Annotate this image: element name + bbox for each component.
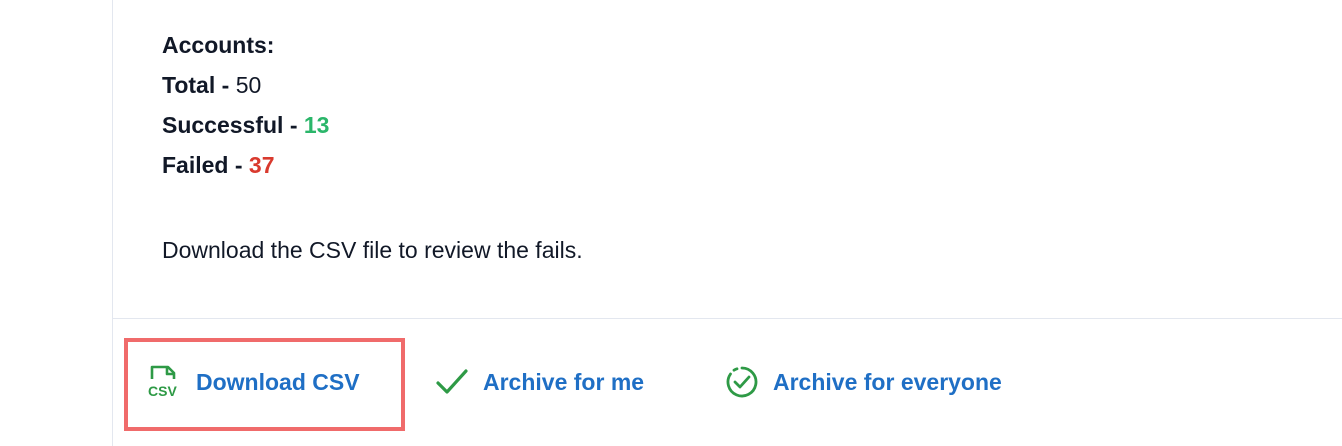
failed-value: 37 (248, 152, 275, 178)
failed-label: Failed - (162, 152, 243, 178)
message-card: Accounts: Total - 50 Successful - 13 Fai… (0, 0, 1342, 446)
archive-for-everyone-label: Archive for everyone (773, 368, 1002, 395)
summary-heading: Accounts: (162, 32, 275, 58)
download-csv-label: Download CSV (196, 368, 360, 395)
message-body: Accounts: Total - 50 Successful - 13 Fai… (113, 0, 1342, 318)
check-circle-dashed-icon (723, 363, 761, 401)
check-icon (433, 363, 471, 401)
archive-for-me-label: Archive for me (483, 368, 645, 395)
total-label: Total - (162, 72, 230, 98)
summary-failed: Failed - 37 (162, 145, 329, 185)
svg-text:CSV: CSV (148, 383, 177, 399)
total-value: 50 (235, 72, 262, 98)
csv-file-icon: CSV (146, 363, 184, 401)
download-csv-button[interactable]: CSV Download CSV (146, 338, 360, 426)
summary-successful: Successful - 13 (162, 105, 329, 145)
archive-for-me-button[interactable]: Archive for me (433, 338, 644, 426)
summary-total: Total - 50 (162, 65, 329, 105)
successful-label: Successful - (162, 112, 298, 138)
actions-bar: CSV Download CSV Archive for me Archive … (113, 319, 1342, 446)
review-note: Download the CSV file to review the fail… (162, 237, 583, 263)
accounts-summary: Accounts: Total - 50 Successful - 13 Fai… (162, 25, 329, 185)
archive-for-everyone-button[interactable]: Archive for everyone (723, 338, 1002, 426)
successful-value: 13 (303, 112, 330, 138)
